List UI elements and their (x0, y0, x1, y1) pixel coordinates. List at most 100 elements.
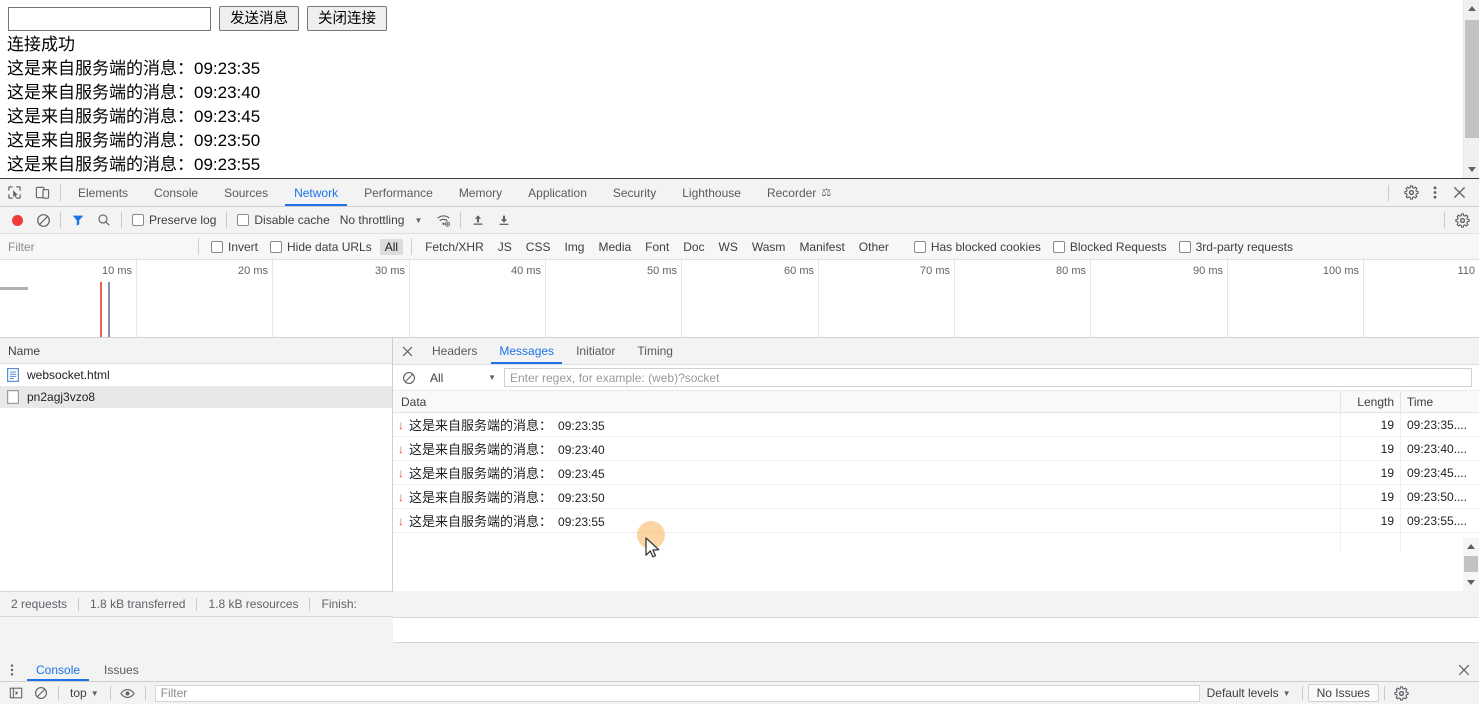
type-filter-js[interactable]: JS (493, 239, 517, 255)
column-header-length[interactable]: Length (1341, 391, 1401, 412)
scroll-up-arrow-icon[interactable] (1463, 538, 1479, 555)
scrollbar-thumb[interactable] (1465, 20, 1479, 138)
drawer-tab-issues[interactable]: Issues (92, 658, 151, 681)
console-settings-gear-icon[interactable] (1390, 682, 1414, 704)
column-header-time[interactable]: Time (1401, 391, 1479, 412)
devtools-panel: Elements Console Sources Network Perform… (0, 178, 1479, 704)
issues-count-button[interactable]: No Issues (1307, 684, 1379, 702)
type-filter-css[interactable]: CSS (521, 239, 556, 255)
table-row[interactable]: ↓ 这是来自服务端的消息： 09:23:40 19 09:23:40.... (393, 437, 1479, 461)
import-har-icon[interactable] (465, 207, 491, 233)
type-filter-other[interactable]: Other (854, 239, 894, 255)
network-settings-gear-icon[interactable] (1449, 207, 1475, 233)
messages-type-select[interactable]: All ▼ (424, 371, 502, 385)
table-row[interactable]: ↓ 这是来自服务端的消息： 09:23:45 19 09:23:45.... (393, 461, 1479, 485)
table-row[interactable]: pn2agj3vzo8 (0, 386, 392, 408)
requests-column-header-name[interactable]: Name (0, 338, 392, 364)
console-context-select[interactable]: top ▼ (64, 686, 105, 700)
console-levels-select[interactable]: Default levels ▼ (1201, 686, 1297, 700)
export-har-icon[interactable] (491, 207, 517, 233)
tab-application[interactable]: Application (515, 179, 600, 206)
type-filter-all[interactable]: All (379, 238, 404, 255)
chevron-down-icon[interactable]: ▼ (408, 216, 430, 225)
tab-sources[interactable]: Sources (211, 179, 281, 206)
type-filter-doc[interactable]: Doc (678, 239, 709, 255)
send-message-button[interactable]: 发送消息 (219, 6, 299, 31)
tab-elements[interactable]: Elements (65, 179, 141, 206)
record-network-log-icon[interactable] (4, 207, 30, 233)
third-party-requests-checkbox[interactable]: 3rd-party requests (1173, 240, 1299, 254)
tab-performance[interactable]: Performance (351, 179, 446, 206)
console-filter-input[interactable] (154, 684, 1200, 702)
type-filter-ws[interactable]: WS (714, 239, 743, 255)
detail-tab-timing[interactable]: Timing (626, 338, 684, 364)
message-input[interactable] (8, 6, 211, 31)
disable-cache-checkbox[interactable]: Disable cache (231, 213, 335, 227)
type-filter-media[interactable]: Media (593, 239, 636, 255)
close-detail-icon[interactable] (393, 338, 421, 364)
table-row[interactable]: ↓ 这是来自服务端的消息： 09:23:55 19 09:23:55.... (393, 509, 1479, 533)
tab-console[interactable]: Console (141, 179, 211, 206)
scroll-up-arrow-icon[interactable] (1464, 0, 1479, 17)
messages-regex-input[interactable] (504, 368, 1472, 387)
detail-tab-headers[interactable]: Headers (421, 338, 488, 364)
network-overview-timeline[interactable]: 10 ms 20 ms 30 ms 40 ms 50 ms 60 ms 70 m… (0, 260, 1479, 338)
scrollbar-thumb[interactable] (1464, 556, 1478, 572)
scroll-down-arrow-icon[interactable] (1464, 161, 1479, 178)
chevron-down-icon: ▼ (90, 688, 99, 698)
type-filter-img[interactable]: Img (559, 239, 589, 255)
inspect-element-icon[interactable] (0, 179, 28, 206)
type-filter-font[interactable]: Font (640, 239, 674, 255)
tab-memory[interactable]: Memory (446, 179, 515, 206)
close-devtools-icon[interactable] (1445, 186, 1473, 199)
scroll-down-arrow-icon[interactable] (1463, 574, 1479, 591)
preserve-log-checkbox[interactable]: Preserve log (126, 213, 222, 227)
tab-lighthouse[interactable]: Lighthouse (669, 179, 754, 206)
web-page-viewport: 发送消息 关闭连接 连接成功 这是来自服务端的消息：09:23:35 这是来自服… (0, 0, 1479, 178)
column-header-data[interactable]: Data (393, 391, 1341, 412)
table-row[interactable]: ↓ 这是来自服务端的消息： 09:23:35 19 09:23:35.... (393, 413, 1479, 437)
close-connection-button[interactable]: 关闭连接 (307, 6, 387, 31)
live-expression-eye-icon[interactable] (116, 682, 140, 704)
type-filter-manifest[interactable]: Manifest (794, 239, 849, 255)
page-vertical-scrollbar[interactable] (1463, 0, 1479, 178)
table-row[interactable]: websocket.html (0, 364, 392, 386)
more-options-icon[interactable] (1425, 185, 1445, 200)
settings-gear-icon[interactable] (1397, 185, 1425, 200)
clear-console-icon[interactable] (29, 682, 53, 704)
search-icon[interactable] (91, 207, 117, 233)
invert-checkbox[interactable]: Invert (205, 240, 264, 254)
blocked-requests-checkbox[interactable]: Blocked Requests (1047, 240, 1173, 254)
clear-network-log-icon[interactable] (30, 207, 56, 233)
message-length: 19 (1341, 509, 1401, 532)
drawer-tab-console[interactable]: Console (24, 658, 92, 681)
tab-recorder-label: Recorder (766, 185, 817, 200)
network-conditions-icon[interactable] (430, 207, 456, 233)
throttling-select[interactable]: No throttling (336, 213, 409, 227)
tab-security[interactable]: Security (600, 179, 669, 206)
has-blocked-cookies-checkbox[interactable]: Has blocked cookies (908, 240, 1047, 254)
hide-data-urls-checkbox[interactable]: Hide data URLs (264, 240, 378, 254)
drawer-more-options-icon[interactable] (0, 658, 24, 681)
detail-tab-messages[interactable]: Messages (488, 338, 565, 364)
messages-vertical-scrollbar[interactable] (1463, 538, 1479, 591)
log-line-time: 09:23:50 (194, 131, 261, 150)
tab-recorder[interactable]: Recorder ⚖ (754, 179, 844, 206)
close-drawer-icon[interactable] (1449, 658, 1479, 681)
filter-funnel-icon[interactable] (65, 207, 91, 233)
type-filter-wasm[interactable]: Wasm (747, 239, 791, 255)
log-line: 连接成功 (7, 33, 1463, 57)
clear-messages-icon[interactable] (396, 365, 422, 391)
type-filter-fetch-xhr[interactable]: Fetch/XHR (420, 239, 489, 255)
message-data-cell: ↓ 这是来自服务端的消息： 09:23:55 (393, 509, 1341, 532)
message-time: 09:23:40.... (1407, 441, 1468, 456)
network-filter-input[interactable] (2, 235, 192, 258)
table-row[interactable]: ↓ 这是来自服务端的消息： 09:23:50 19 09:23:50.... (393, 485, 1479, 509)
console-sidebar-toggle-icon[interactable] (4, 682, 28, 704)
log-line-text: 这是来自服务端的消息： (7, 107, 194, 126)
device-toolbar-icon[interactable] (28, 179, 56, 206)
detail-tab-initiator[interactable]: Initiator (565, 338, 626, 364)
message-time: 09:23:45.... (1407, 465, 1468, 480)
toolbar-divider (1383, 686, 1385, 700)
tab-network[interactable]: Network (281, 179, 351, 206)
